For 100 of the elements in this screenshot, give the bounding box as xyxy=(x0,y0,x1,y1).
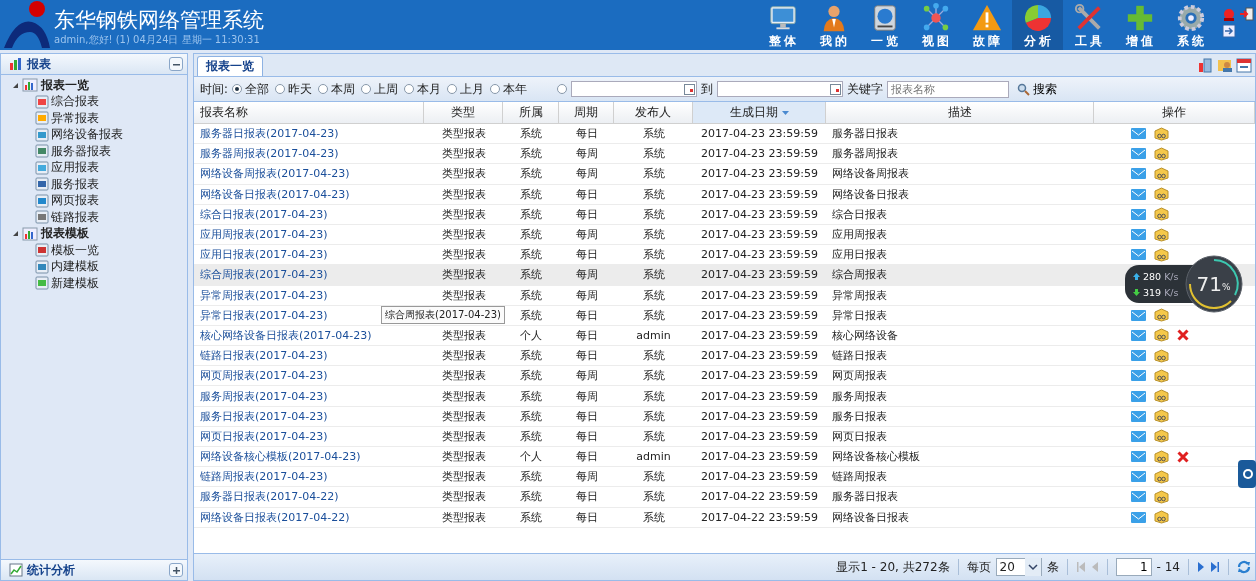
logout-icon[interactable] xyxy=(1240,7,1254,21)
report-link[interactable]: 服务器日报表(2017-04-23) xyxy=(200,126,339,142)
keyword-field[interactable]: 报表名称 xyxy=(886,80,1009,98)
download-box-icon[interactable] xyxy=(1154,207,1169,222)
switch-icon[interactable] xyxy=(1222,24,1236,38)
column-header[interactable]: 描述 xyxy=(826,102,1094,123)
collapse-button[interactable] xyxy=(169,57,183,71)
folder-user-icon[interactable] xyxy=(1217,57,1233,73)
column-header[interactable]: 类型 xyxy=(424,102,503,123)
tree-item[interactable]: 新建模板 xyxy=(1,275,187,292)
download-box-icon[interactable] xyxy=(1154,409,1169,424)
mail-icon[interactable] xyxy=(1131,410,1146,422)
report-link[interactable]: 核心网络设备日报表(2017-04-23) xyxy=(200,327,372,343)
column-header[interactable]: 报表名称 xyxy=(194,102,424,123)
refresh-icon[interactable] xyxy=(1237,560,1251,574)
report-link[interactable]: 链路日报表(2017-04-23) xyxy=(200,348,328,364)
tree-item[interactable]: 综合报表 xyxy=(1,93,187,110)
custom-range-radio[interactable] xyxy=(556,84,567,94)
mail-icon[interactable] xyxy=(1131,208,1146,220)
report-link[interactable]: 服务器周报表(2017-04-23) xyxy=(200,146,339,162)
calendar-icon[interactable] xyxy=(683,83,695,95)
mail-icon[interactable] xyxy=(1131,148,1146,160)
mail-icon[interactable] xyxy=(1131,229,1146,241)
mail-icon[interactable] xyxy=(1131,309,1146,321)
download-box-icon[interactable] xyxy=(1154,227,1169,242)
report-link[interactable]: 网络设备日报表(2017-04-23) xyxy=(200,186,350,202)
mail-icon[interactable] xyxy=(1131,350,1146,362)
mail-icon[interactable] xyxy=(1131,128,1146,140)
report-link[interactable]: 综合日报表(2017-04-23) xyxy=(200,206,328,222)
report-link[interactable]: 服务日报表(2017-04-23) xyxy=(200,408,328,424)
tree-item[interactable]: 服务报表 xyxy=(1,176,187,193)
time-radio[interactable]: 昨天 xyxy=(274,81,312,97)
report-link[interactable]: 服务周报表(2017-04-23) xyxy=(200,388,328,404)
end-date-field[interactable] xyxy=(716,81,843,97)
column-header[interactable]: 所属 xyxy=(503,102,559,123)
download-box-icon[interactable] xyxy=(1154,146,1169,161)
tree-item[interactable]: 链路报表 xyxy=(1,209,187,226)
mail-icon[interactable] xyxy=(1131,511,1146,523)
mail-icon[interactable] xyxy=(1131,491,1146,503)
expand-arrow-icon[interactable] xyxy=(12,81,19,89)
mail-icon[interactable] xyxy=(1131,188,1146,200)
report-link[interactable]: 网页周报表(2017-04-23) xyxy=(200,368,328,384)
mail-icon[interactable] xyxy=(1131,390,1146,402)
download-box-icon[interactable] xyxy=(1154,308,1169,323)
column-header[interactable]: 周期 xyxy=(559,102,614,123)
mail-icon[interactable] xyxy=(1131,370,1146,382)
time-radio[interactable]: 上周 xyxy=(360,81,398,97)
report-link[interactable]: 异常周报表(2017-04-23) xyxy=(200,287,328,303)
download-box-icon[interactable] xyxy=(1154,166,1169,181)
calendar-icon[interactable] xyxy=(829,83,841,95)
mail-icon[interactable] xyxy=(1131,451,1146,463)
report-link[interactable]: 服务器日报表(2017-04-22) xyxy=(200,489,339,505)
nav-button[interactable]: 增值 xyxy=(1114,0,1165,50)
start-date-field[interactable] xyxy=(570,81,697,97)
per-page-select[interactable]: 20 xyxy=(995,558,1042,576)
expand-arrow-icon[interactable] xyxy=(12,230,19,238)
download-box-icon[interactable] xyxy=(1154,247,1169,262)
delete-icon[interactable] xyxy=(1177,450,1189,463)
download-box-icon[interactable] xyxy=(1154,389,1169,404)
tree-item[interactable]: 异常报表 xyxy=(1,110,187,127)
nav-button[interactable]: 分析 xyxy=(1012,0,1063,50)
report-link[interactable]: 应用日报表(2017-04-23) xyxy=(200,247,328,263)
export-icon[interactable] xyxy=(1198,57,1214,73)
tree-node[interactable]: 报表一览 xyxy=(1,77,187,94)
tree-item[interactable]: 网络设备报表 xyxy=(1,126,187,143)
download-box-icon[interactable] xyxy=(1154,126,1169,141)
report-link[interactable]: 链路周报表(2017-04-23) xyxy=(200,469,328,485)
report-link[interactable]: 应用周报表(2017-04-23) xyxy=(200,227,328,243)
nav-button[interactable]: 整体 xyxy=(757,0,808,50)
time-radio[interactable]: 全部 xyxy=(231,81,269,97)
report-link[interactable]: 综合周报表(2017-04-23) xyxy=(200,267,328,283)
time-radio[interactable]: 上月 xyxy=(446,81,484,97)
mail-icon[interactable] xyxy=(1131,430,1146,442)
calendar-icon[interactable] xyxy=(1236,57,1252,73)
tree-item[interactable]: 模板一览 xyxy=(1,242,187,259)
mail-icon[interactable] xyxy=(1131,168,1146,180)
tree-item[interactable]: 服务器报表 xyxy=(1,143,187,160)
tree-item[interactable]: 内建模板 xyxy=(1,258,187,275)
column-header[interactable]: 生成日期 xyxy=(693,102,826,123)
download-box-icon[interactable] xyxy=(1154,510,1169,525)
mail-icon[interactable] xyxy=(1131,329,1146,341)
download-box-icon[interactable] xyxy=(1154,449,1169,464)
page-field[interactable]: 1 xyxy=(1115,558,1152,576)
nav-button[interactable]: 视图 xyxy=(910,0,961,50)
download-box-icon[interactable] xyxy=(1154,469,1169,484)
tab[interactable]: 报表一览 xyxy=(197,56,263,76)
download-box-icon[interactable] xyxy=(1154,489,1169,504)
next-page-icon[interactable] xyxy=(1197,561,1205,573)
report-link[interactable]: 网络设备日报表(2017-04-22) xyxy=(200,509,350,525)
search-button[interactable]: 搜索 xyxy=(1016,81,1057,97)
nav-button[interactable]: 我的 xyxy=(808,0,859,50)
download-box-icon[interactable] xyxy=(1154,187,1169,202)
expand-button[interactable] xyxy=(169,563,183,577)
time-radio[interactable]: 本月 xyxy=(403,81,441,97)
delete-icon[interactable] xyxy=(1177,329,1189,342)
column-header[interactable]: 操作 xyxy=(1094,102,1255,123)
tree-item[interactable]: 网页报表 xyxy=(1,192,187,209)
report-link[interactable]: 网络设备核心模板(2017-04-23) xyxy=(200,449,361,465)
report-link[interactable]: 异常日报表(2017-04-23) xyxy=(200,307,328,323)
time-radio[interactable]: 本年 xyxy=(489,81,527,97)
